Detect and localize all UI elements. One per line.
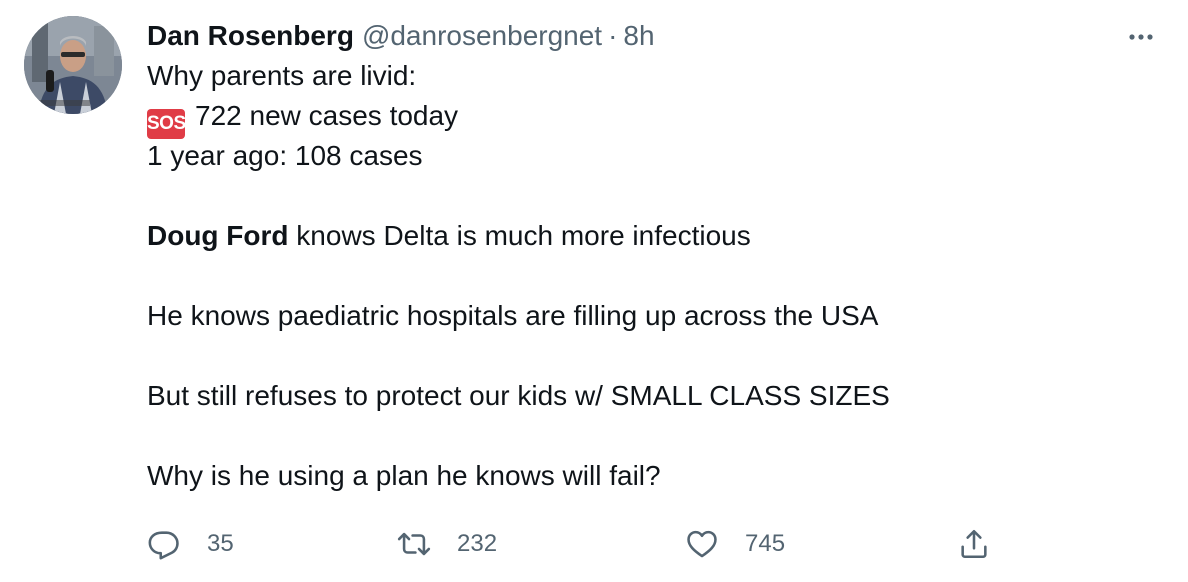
retweet-button[interactable]: 232 (397, 522, 497, 566)
bold-name: Doug Ford (147, 220, 289, 251)
retweet-count: 232 (457, 530, 498, 557)
reply-icon (148, 531, 179, 560)
more-icon[interactable] (1126, 22, 1156, 52)
tweet-content: Dan Rosenberg @danrosenbergnet · 8h Why … (147, 16, 1127, 496)
share-button[interactable] (957, 522, 991, 566)
tweet-header: Dan Rosenberg @danrosenbergnet · 8h (147, 16, 1127, 56)
tweet-actions: 35 232 745 (147, 522, 1017, 566)
tweet-line-1: Why parents are livid: (147, 60, 417, 91)
avatar[interactable] (24, 16, 122, 114)
share-icon (961, 529, 987, 559)
user-handle[interactable]: @danrosenbergnet (362, 16, 602, 56)
timestamp[interactable]: 8h (623, 16, 654, 56)
tweet-line-2: SOS 722 new cases today (147, 96, 1127, 139)
tweet-line-5: He knows paediatric hospitals are fillin… (147, 300, 879, 331)
like-count: 745 (745, 530, 786, 557)
sos-emoji-icon: SOS (147, 109, 186, 139)
tweet-line-3: 1 year ago: 108 cases (147, 140, 423, 171)
reply-button[interactable]: 35 (147, 522, 234, 566)
tweet-line-6: But still refuses to protect our kids w/… (147, 380, 890, 411)
retweet-icon (397, 532, 431, 556)
reply-count: 35 (207, 530, 234, 557)
tweet: Dan Rosenberg @danrosenbergnet · 8h Why … (0, 0, 1188, 582)
heart-icon (687, 530, 717, 558)
tweet-line-2-text: 722 new cases today (195, 100, 459, 131)
tweet-text: Why parents are livid: SOS 722 new cases … (147, 56, 1127, 496)
like-button[interactable]: 745 (685, 522, 785, 566)
tweet-line-4: Doug Ford knows Delta is much more infec… (147, 216, 1127, 256)
avatar-image (24, 16, 122, 114)
display-name[interactable]: Dan Rosenberg (147, 16, 354, 56)
separator-dot: · (608, 20, 618, 51)
tweet-line-4-text: knows Delta is much more infectious (288, 220, 751, 251)
tweet-line-7: Why is he using a plan he knows will fai… (147, 460, 661, 491)
